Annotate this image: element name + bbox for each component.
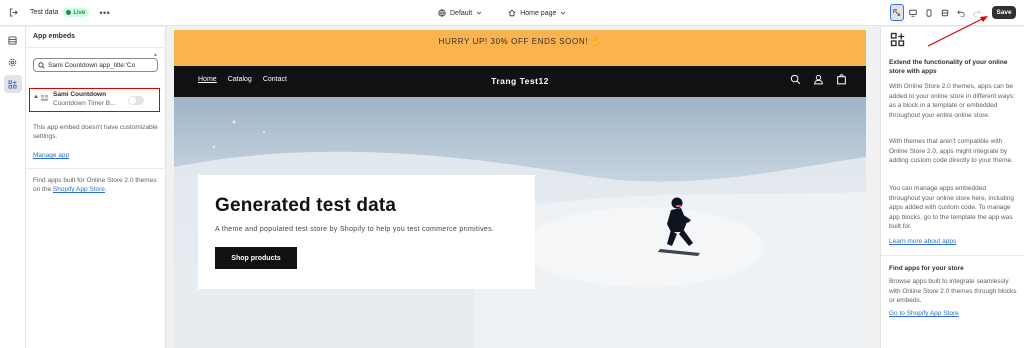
app-embeds-panel: App embeds ▲ Sami Countdown app_title:'C… <box>26 27 166 348</box>
chevron-down-icon <box>561 11 566 15</box>
apps-add-icon <box>890 32 905 47</box>
live-badge-label: Live <box>73 9 86 16</box>
app-embeds-button[interactable] <box>3 75 22 93</box>
help-heading-find-apps: Find apps for your store <box>889 265 964 272</box>
announcement-bar[interactable]: HURRY UP! 30% OFF ENDS SOON! ✋ <box>174 30 866 53</box>
hero-banner: Generated test data A theme and populate… <box>174 97 866 348</box>
search-icon <box>38 61 45 69</box>
store-brand[interactable]: Trang Test12 <box>174 76 866 86</box>
shop-products-button[interactable]: Shop products <box>215 247 297 269</box>
inspect-button[interactable] <box>890 4 904 21</box>
desktop-icon <box>909 9 917 17</box>
fullscreen-button[interactable] <box>938 4 952 21</box>
exit-icon <box>9 8 18 17</box>
sections-button[interactable] <box>4 31 22 49</box>
manage-app-link[interactable]: Manage app <box>33 151 69 160</box>
cart-icon[interactable] <box>836 74 847 85</box>
chevron-up-icon[interactable]: ▲ <box>33 94 39 100</box>
embed-title: Sami Countdown <box>53 91 107 98</box>
divider <box>26 168 166 169</box>
device-toolbar <box>890 4 984 21</box>
save-button[interactable]: Save <box>992 6 1016 19</box>
live-badge: Live <box>63 8 90 17</box>
app-embed-item[interactable]: ▲ Sami Countdown Countdown Timer B... <box>29 88 160 112</box>
help-paragraph-2: With themes that aren't compatible with … <box>889 138 1013 164</box>
inspect-icon <box>893 8 900 16</box>
exit-button[interactable] <box>0 0 26 26</box>
store-preview: HURRY UP! 30% OFF ENDS SOON! ✋ Home Cata… <box>174 30 866 348</box>
app-store-link[interactable]: Go to Shopify App Store <box>889 310 959 317</box>
redo-icon <box>973 9 981 17</box>
find-apps-suffix: . <box>104 186 107 193</box>
undo-icon <box>957 9 965 17</box>
globe-icon <box>438 9 446 17</box>
undo-button[interactable] <box>954 4 968 21</box>
mobile-view-button[interactable] <box>922 4 936 21</box>
hero-subtitle: A theme and populated test store by Shop… <box>215 226 495 233</box>
app-embeds-icon <box>8 79 17 89</box>
page-select-label: Home page <box>520 9 557 17</box>
mobile-icon <box>926 8 932 17</box>
help-paragraph-1: With Online Store 2.0 themes, apps can b… <box>889 83 1015 119</box>
theme-settings-button[interactable] <box>4 53 22 71</box>
desktop-view-button[interactable] <box>906 4 920 21</box>
help-paragraph-3: You can manage apps embedded throughout … <box>889 185 1015 230</box>
header-icons <box>790 74 847 85</box>
hero-title: Generated test data <box>215 195 397 216</box>
announcement-bar-bottom <box>174 53 866 66</box>
top-bar: Test data Live ••• Default Home page Sav… <box>0 0 1024 26</box>
shopify-app-store-link[interactable]: Shopify App Store <box>53 186 105 193</box>
divider <box>881 255 1024 256</box>
divider <box>26 47 166 48</box>
drag-grid-icon <box>41 95 48 101</box>
theme-select[interactable]: Default <box>438 9 482 17</box>
sidebar-icon-rail <box>0 27 26 348</box>
preview-selectors: Default Home page <box>438 0 566 26</box>
home-icon <box>508 9 516 17</box>
embed-toggle[interactable] <box>128 96 144 105</box>
store-header: Home Catalog Contact Trang Test12 <box>174 66 866 97</box>
sections-icon <box>8 35 17 45</box>
theme-select-label: Default <box>450 9 473 17</box>
learn-more-link[interactable]: Learn more about apps <box>889 238 956 245</box>
help-paragraph-4: Browse apps built to integrate seamlessl… <box>889 278 1017 304</box>
more-actions-button[interactable]: ••• <box>99 8 110 18</box>
fullscreen-icon <box>941 9 949 16</box>
chevron-down-icon <box>476 11 482 15</box>
theme-name: Test data <box>30 9 59 16</box>
panel-title: App embeds <box>33 33 76 40</box>
toggle-knob <box>129 97 136 104</box>
settings-icon <box>8 58 17 66</box>
page-select[interactable]: Home page <box>508 9 566 17</box>
redo-button[interactable] <box>970 4 984 21</box>
help-panel: Extend the functionality of your online … <box>880 27 1024 348</box>
help-heading-extend: Extend the functionality of your online … <box>889 59 1008 75</box>
live-dot-icon <box>66 10 72 15</box>
embed-subtitle: Countdown Timer B... <box>53 100 116 107</box>
search-value: Sami Countdown app_title:'Co <box>48 61 136 69</box>
find-apps-text: Find apps built for Online Store 2.0 the… <box>33 176 158 194</box>
no-settings-text: This app embed doesn't have customizable… <box>33 124 158 140</box>
search-store-icon[interactable] <box>790 74 801 85</box>
search-input[interactable]: Sami Countdown app_title:'Co <box>33 58 158 72</box>
account-icon[interactable] <box>813 74 824 85</box>
hero-card: Generated test data A theme and populate… <box>198 175 535 289</box>
